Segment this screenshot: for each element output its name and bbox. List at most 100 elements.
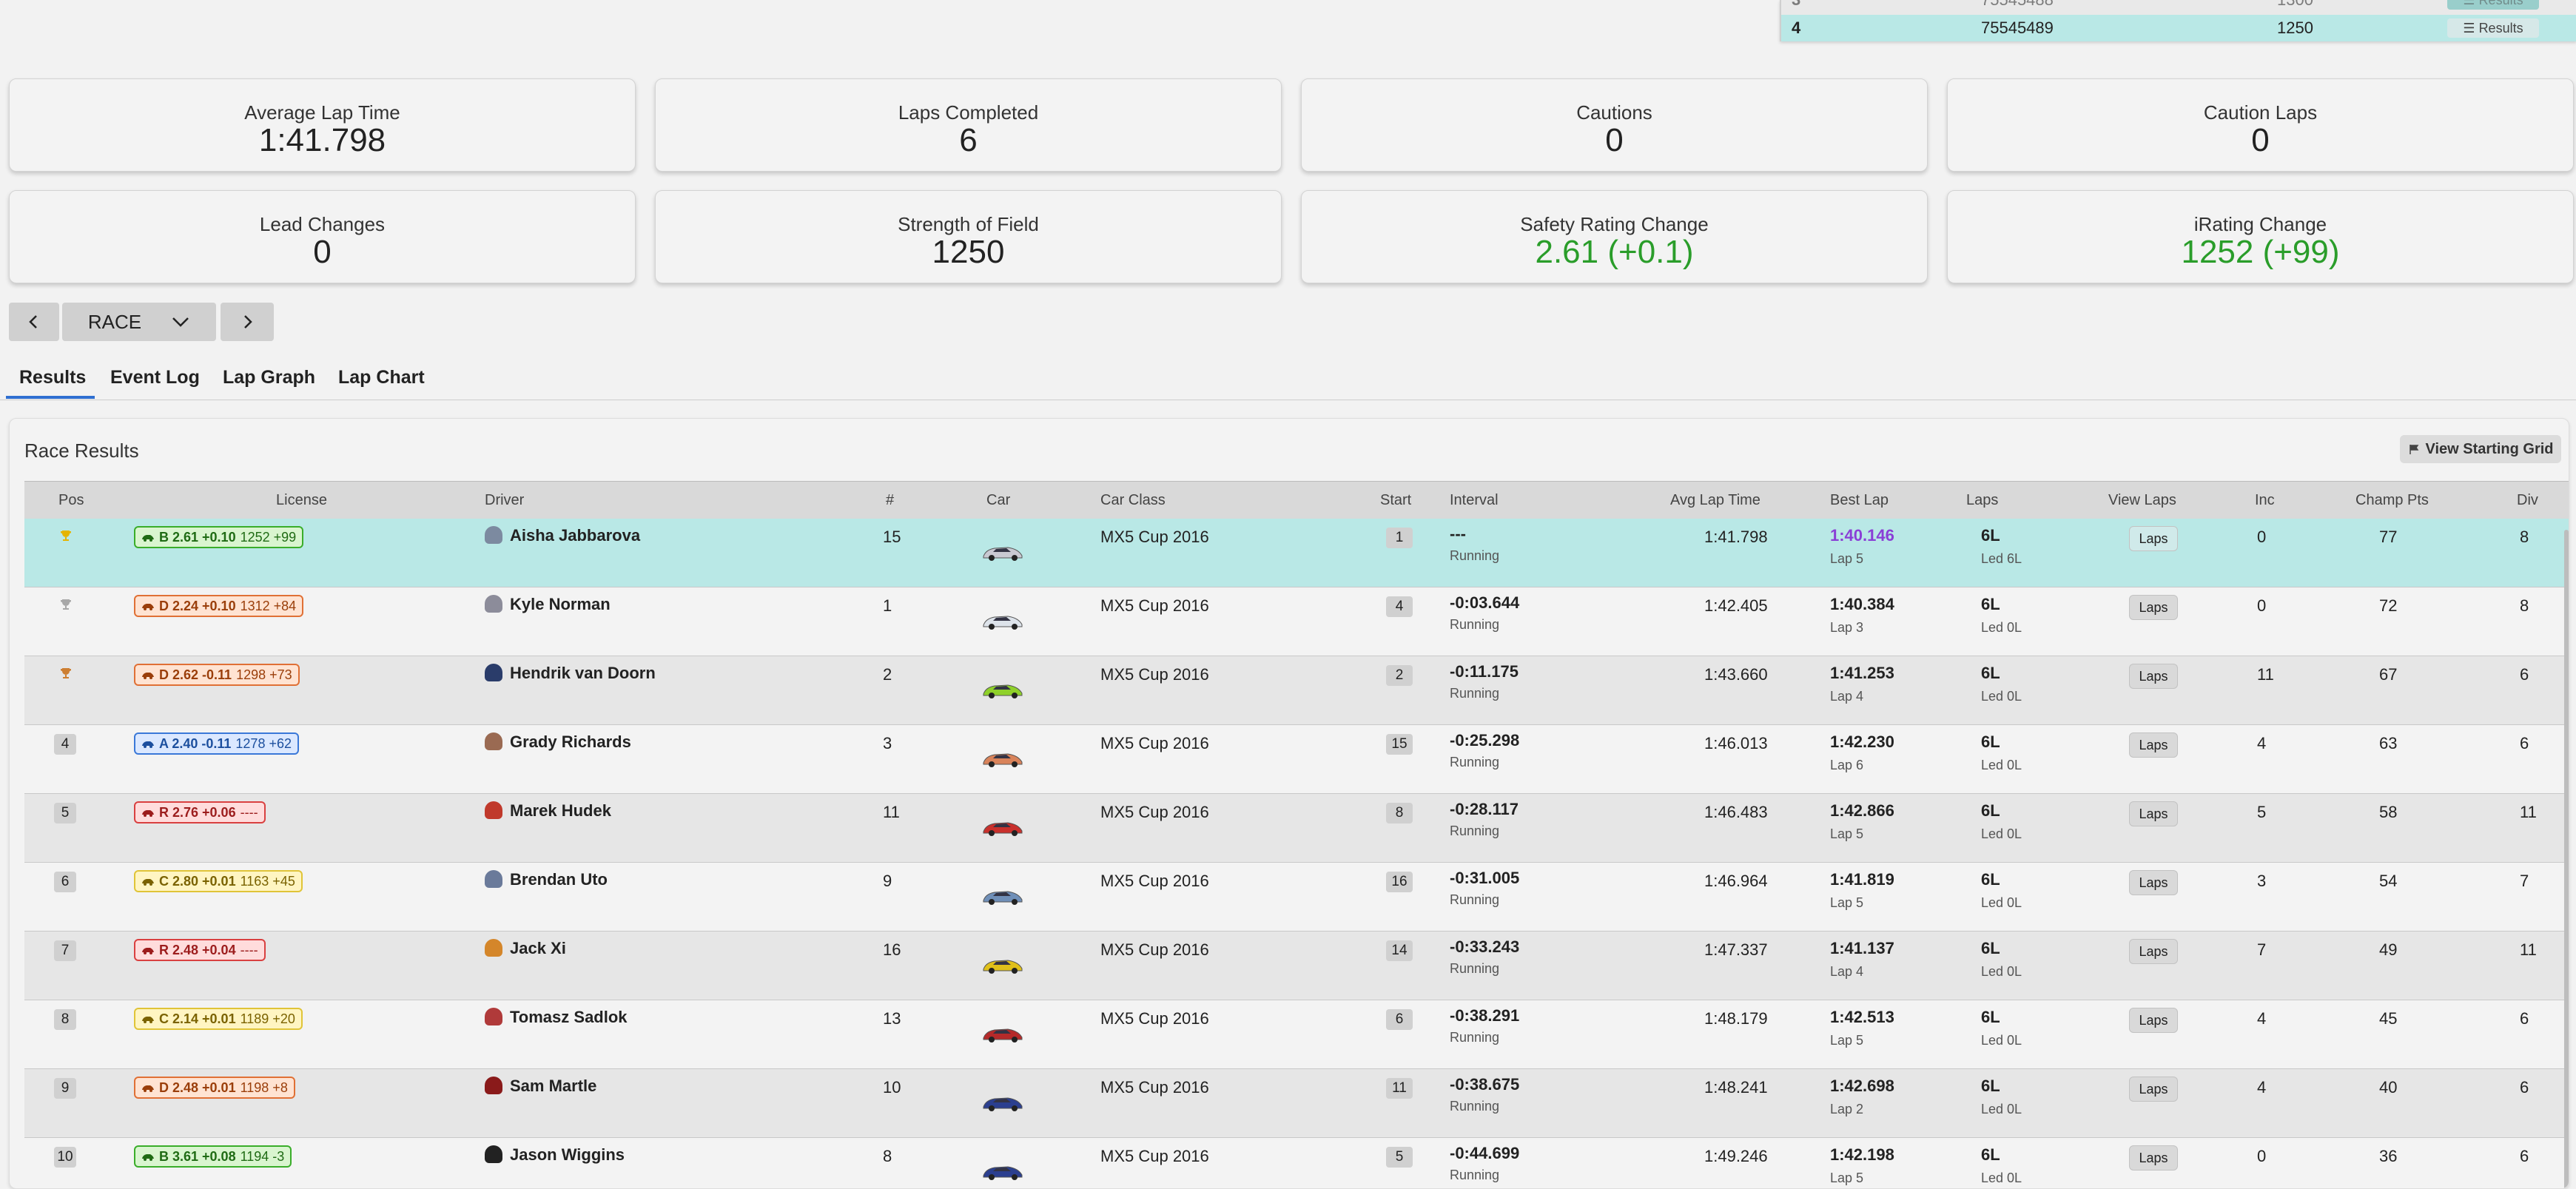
table-row[interactable]: 8 C 2.14 +0.01 1189 +20 Tomasz Sadlok 13…	[24, 1000, 2569, 1069]
session-dropdown[interactable]: RACE	[62, 303, 216, 341]
view-laps-button[interactable]: Laps	[2129, 939, 2178, 964]
table-row[interactable]: 9 D 2.48 +0.01 1198 +8 Sam Martle 10 MX5…	[24, 1069, 2569, 1138]
champ-points: 45	[2379, 1009, 2398, 1028]
car-class: MX5 Cup 2016	[1100, 803, 1209, 821]
view-laps-button[interactable]: Laps	[2129, 732, 2178, 758]
vertical-scrollbar[interactable]	[2564, 530, 2569, 1188]
license-safety-rating: C 2.14 +0.01	[159, 1011, 236, 1026]
view-laps-button[interactable]: Laps	[2129, 526, 2178, 551]
laps-led: Led 0L	[1981, 826, 2022, 841]
view-laps-button[interactable]: Laps	[2129, 1077, 2178, 1102]
license-safety-rating: C 2.80 +0.01	[159, 873, 236, 889]
car-number: 8	[883, 1147, 892, 1165]
view-laps-button[interactable]: Laps	[2129, 1008, 2178, 1033]
laps: 6L Led 0L	[1981, 1145, 2022, 1185]
col-start[interactable]: Start	[1380, 492, 1411, 509]
laps-count: 6L	[1981, 526, 2000, 545]
col-driver[interactable]: Driver	[485, 492, 524, 509]
table-row[interactable]: 5 R 2.76 +0.06 ---- Marek Hudek 11 MX5 C…	[24, 794, 2569, 863]
laps-count: 6L	[1981, 664, 2000, 682]
table-row[interactable]: 6 C 2.80 +0.01 1163 +45 Brendan Uto 9 MX…	[24, 863, 2569, 932]
division: 11	[2520, 803, 2537, 821]
col-best-lap[interactable]: Best Lap	[1830, 492, 1889, 509]
stat-label: Lead Changes	[259, 213, 386, 235]
driver-name[interactable]: Hendrik van Doorn	[510, 664, 656, 683]
tab-event-log[interactable]: Event Log	[110, 367, 200, 388]
driver-name[interactable]: Aisha Jabbarova	[510, 526, 640, 545]
tab-results[interactable]: Results	[19, 367, 86, 388]
col-avg-lap-time[interactable]: Avg Lap Time	[1670, 492, 1761, 509]
driver-name[interactable]: Grady Richards	[510, 732, 631, 752]
col-laps[interactable]: Laps	[1966, 492, 1998, 509]
license-irating: ----	[240, 804, 258, 820]
position-badge: 5	[54, 803, 76, 823]
driver-name[interactable]: Sam Martle	[510, 1077, 596, 1096]
avg-lap-time: 1:47.337	[1704, 940, 1768, 959]
best-lap-number: Lap 2	[1830, 1102, 1864, 1116]
tab-lap-chart[interactable]: Lap Chart	[338, 367, 425, 388]
laps-count: 6L	[1981, 870, 2000, 889]
status-text: Running	[1450, 617, 1500, 632]
col-car-class[interactable]: Car Class	[1100, 492, 1166, 509]
interval-value: -0:33.243	[1450, 937, 1520, 956]
car-icon	[983, 753, 1023, 767]
col-champ-pts[interactable]: Champ Pts	[2355, 492, 2429, 509]
table-row[interactable]: B 2.61 +0.10 1252 +99 Aisha Jabbarova 15…	[24, 519, 2569, 587]
driver-name[interactable]: Marek Hudek	[510, 801, 611, 821]
col-number[interactable]: #	[886, 492, 894, 509]
table-row[interactable]: 10 B 3.61 +0.08 1194 -3 Jason Wiggins 8 …	[24, 1138, 2569, 1188]
best-lap: 1:42.513 Lap 5	[1830, 1008, 1894, 1048]
start-position-badge: 11	[1386, 1078, 1413, 1099]
table-row[interactable]: D 2.24 +0.10 1312 +84 Kyle Norman 1 MX5 …	[24, 587, 2569, 656]
stat-label: Laps Completed	[898, 101, 1039, 124]
best-lap-number: Lap 5	[1830, 895, 1864, 910]
interval-value: -0:28.117	[1450, 800, 1519, 818]
mini-row-id: 75545489	[1981, 18, 2054, 37]
col-license[interactable]: License	[276, 492, 327, 509]
mini-row-id: 75545488	[1981, 0, 2054, 10]
view-laps-button[interactable]: Laps	[2129, 801, 2178, 826]
mini-results-button[interactable]: ☰ Results	[2447, 0, 2539, 10]
col-interval[interactable]: Interval	[1450, 492, 1499, 509]
col-pos[interactable]: Pos	[58, 492, 84, 509]
view-laps-button[interactable]: Laps	[2129, 870, 2178, 895]
status-text: Running	[1450, 686, 1500, 701]
laps: 6L Led 0L	[1981, 870, 2022, 910]
table-row[interactable]: D 2.62 -0.11 1298 +73 Hendrik van Doorn …	[24, 656, 2569, 725]
driver-name[interactable]: Jason Wiggins	[510, 1145, 625, 1165]
mini-results-button[interactable]: ☰ Results	[2447, 18, 2539, 38]
view-laps-button[interactable]: Laps	[2129, 1145, 2178, 1171]
table-row[interactable]: 4 A 2.40 -0.11 1278 +62 Grady Richards 3…	[24, 725, 2569, 794]
next-session-button[interactable]	[221, 303, 274, 341]
helmet-icon	[485, 1077, 502, 1094]
interval: --- Running	[1450, 525, 1499, 563]
start-position-badge: 4	[1386, 596, 1413, 617]
driver-name[interactable]: Jack Xi	[510, 939, 566, 958]
col-car[interactable]: Car	[986, 492, 1010, 509]
driver-name[interactable]: Tomasz Sadlok	[510, 1008, 628, 1027]
position-badge: 4	[54, 734, 76, 755]
license-badge: C 2.80 +0.01 1163 +45	[134, 870, 303, 892]
driver-name[interactable]: Brendan Uto	[510, 870, 608, 889]
stat-value: 0	[2251, 122, 2270, 158]
avg-lap-time: 1:46.013	[1704, 734, 1768, 752]
tab-lap-graph[interactable]: Lap Graph	[223, 367, 315, 388]
laps: 6L Led 0L	[1981, 595, 2022, 635]
col-div[interactable]: Div	[2517, 492, 2538, 509]
car-license-icon	[142, 948, 154, 954]
prev-session-button[interactable]	[9, 303, 59, 341]
car-icon	[983, 684, 1023, 698]
view-laps-button[interactable]: Laps	[2129, 664, 2178, 689]
view-starting-grid-button[interactable]: View Starting Grid	[2400, 435, 2561, 463]
trophy-icon	[61, 668, 71, 678]
table-row[interactable]: 7 R 2.48 +0.04 ---- Jack Xi 16 MX5 Cup 2…	[24, 932, 2569, 1000]
best-lap: 1:42.698 Lap 2	[1830, 1077, 1894, 1116]
view-laps-button[interactable]: Laps	[2129, 595, 2178, 620]
col-view-laps[interactable]: View Laps	[2108, 492, 2176, 509]
col-inc[interactable]: Inc	[2255, 492, 2275, 509]
division: 6	[2520, 1078, 2529, 1097]
division: 6	[2520, 665, 2529, 684]
license-irating: 1198 +8	[240, 1079, 288, 1095]
driver-name[interactable]: Kyle Norman	[510, 595, 611, 614]
license-irating: ----	[240, 942, 258, 957]
